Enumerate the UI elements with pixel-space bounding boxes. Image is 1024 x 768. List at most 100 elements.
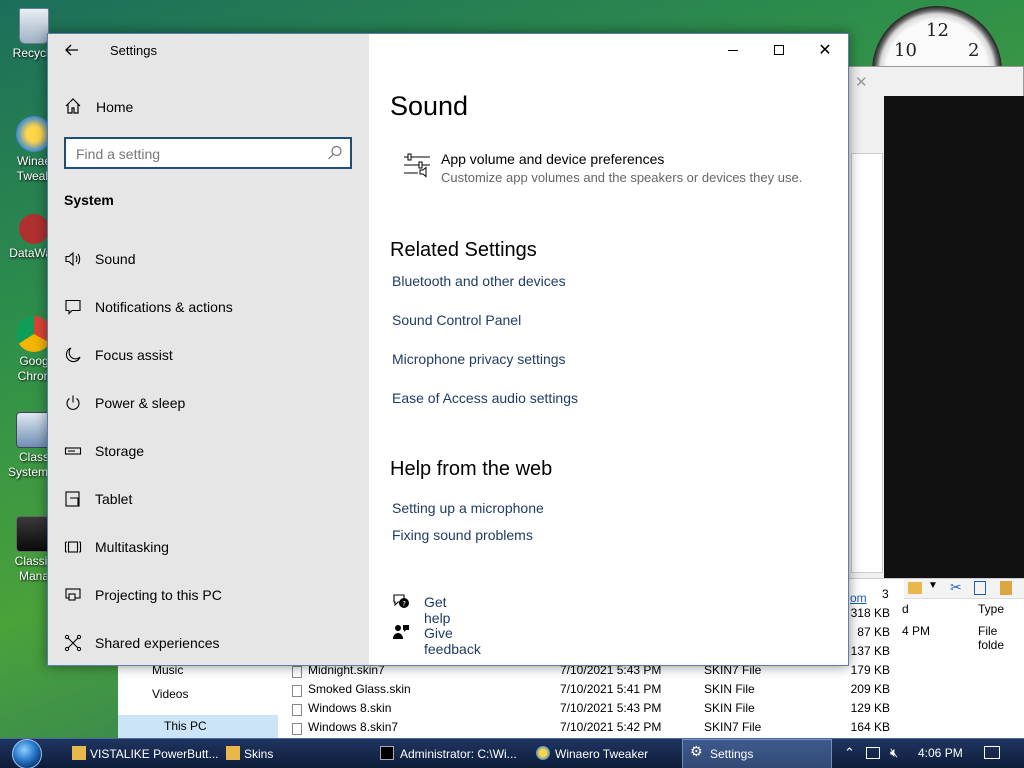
settings-window: Settings Home System Sound Notifications… xyxy=(47,33,849,666)
nav-item-notifications[interactable]: Notifications & actions xyxy=(48,289,369,325)
explorer-nav-this-pc[interactable]: This PC xyxy=(164,719,207,733)
cut-icon[interactable]: ✂ xyxy=(950,579,962,596)
clock-number-10: 10 xyxy=(894,40,917,61)
nav-item-label: Focus assist xyxy=(95,347,173,363)
volume-muted-icon[interactable]: 🔇︎ xyxy=(890,745,898,768)
nav-item-tablet[interactable]: Tablet xyxy=(48,481,369,517)
search-input[interactable] xyxy=(76,145,316,163)
nav-item-sound[interactable]: Sound xyxy=(48,241,369,277)
console-window xyxy=(884,96,1024,578)
link-bluetooth[interactable]: Bluetooth and other devices xyxy=(392,273,566,289)
start-button[interactable] xyxy=(8,739,48,768)
file-name: Smoked Glass.skin xyxy=(308,682,411,696)
power-icon xyxy=(66,395,80,410)
folder-date: 4 PM xyxy=(902,624,931,638)
multitasking-icon xyxy=(64,541,82,553)
help-chat-icon: ? xyxy=(393,594,409,608)
pref-description: Customize app volumes and the speakers o… xyxy=(441,170,803,185)
close-button[interactable]: ✕ xyxy=(802,34,848,66)
notification-icon xyxy=(65,299,81,315)
link-fixing-sound[interactable]: Fixing sound problems xyxy=(392,527,533,543)
windows-orb-icon xyxy=(12,739,42,768)
active-task-highlight xyxy=(682,739,832,768)
storage-icon xyxy=(64,447,82,455)
taskbar-item-label: Skins xyxy=(244,747,274,761)
taskbar-item-label: Winaero Tweaker xyxy=(555,747,649,761)
related-settings-title: Related Settings xyxy=(390,239,537,261)
give-feedback-label: Give feedback xyxy=(424,625,481,657)
dropdown-arrow-icon[interactable]: ▼ xyxy=(928,580,938,591)
partial-number: 3 xyxy=(882,587,889,601)
window-controls: ✕ xyxy=(710,34,848,66)
file-type: SKIN File xyxy=(704,701,755,715)
nav-item-storage[interactable]: Storage xyxy=(48,433,369,469)
partial-link[interactable]: om xyxy=(850,591,867,605)
shared-icon xyxy=(64,634,82,652)
nav-item-label: Multitasking xyxy=(95,539,169,555)
link-sound-control-panel[interactable]: Sound Control Panel xyxy=(392,312,521,328)
title-bar: Settings xyxy=(48,34,369,66)
file-date: 7/10/2021 5:42 PM xyxy=(560,720,662,734)
back-button[interactable] xyxy=(60,40,84,60)
nav-item-label: Projecting to this PC xyxy=(95,587,222,603)
folder-icon xyxy=(226,746,240,760)
file-icon xyxy=(292,685,302,697)
network-icon[interactable] xyxy=(866,747,880,759)
app-volume-preferences[interactable]: App volume and device preferences Custom… xyxy=(403,150,833,190)
nav-item-label: Notifications & actions xyxy=(95,299,233,315)
get-help-label: Get help xyxy=(424,594,451,626)
file-name: Windows 8.skin7 xyxy=(308,720,399,734)
gear-icon: ⚙ xyxy=(690,743,703,759)
explorer-toolbar: ▼ ✂ xyxy=(904,579,1024,599)
nav-item-focus-assist[interactable]: Focus assist xyxy=(48,337,369,373)
taskbar-item-label: Administrator: C:\Wi... xyxy=(400,747,517,761)
clock-time[interactable]: 4:06 PM xyxy=(918,746,963,768)
datawag-icon xyxy=(19,214,49,244)
minimize-button[interactable] xyxy=(710,34,756,66)
recycle-bin-icon xyxy=(19,8,49,44)
copy-icon[interactable] xyxy=(974,581,986,595)
file-type: SKIN File xyxy=(704,682,755,696)
help-title: Help from the web xyxy=(390,458,553,480)
feedback-icon xyxy=(393,625,409,639)
paste-icon[interactable] xyxy=(1000,581,1012,595)
search-box[interactable] xyxy=(64,137,352,169)
cmd-icon xyxy=(380,746,394,760)
projecting-icon xyxy=(65,588,81,601)
action-center-icon[interactable] xyxy=(984,746,1000,759)
column-header-type[interactable]: Type xyxy=(978,602,1004,616)
taskbar: VISTALIKE PowerButt... Skins Administrat… xyxy=(0,738,1024,768)
window-title: Settings xyxy=(110,43,157,58)
explorer-nav-label: This PC xyxy=(164,719,207,733)
settings-content: ✕ Sound App volume and device preference… xyxy=(369,34,848,665)
file-date: 7/10/2021 5:43 PM xyxy=(560,701,662,715)
taskbar-item-label: Settings xyxy=(710,747,754,761)
winaero-icon xyxy=(536,746,550,760)
link-ease-of-access-audio[interactable]: Ease of Access audio settings xyxy=(392,390,578,406)
nav-item-projecting[interactable]: Projecting to this PC xyxy=(48,577,369,613)
file-icon xyxy=(292,704,302,716)
tray-chevron-icon[interactable]: ⌃ xyxy=(844,745,855,768)
background-close-icon[interactable]: ✕ xyxy=(855,73,868,91)
nav-item-label: Power & sleep xyxy=(95,395,186,411)
clock-number-12: 12 xyxy=(926,20,949,41)
column-header-date[interactable]: d xyxy=(902,602,909,616)
speaker-icon xyxy=(65,251,81,267)
file-type: SKIN7 File xyxy=(704,720,762,734)
nav-item-label: Storage xyxy=(95,443,145,459)
clock-number-2: 2 xyxy=(968,40,980,61)
nav-item-power-sleep[interactable]: Power & sleep xyxy=(48,385,369,421)
nav-item-label: Shared experiences xyxy=(95,635,220,651)
nav-item-shared-experiences[interactable]: Shared experiences xyxy=(48,625,369,661)
link-microphone-privacy[interactable]: Microphone privacy settings xyxy=(392,351,566,367)
nav-home[interactable]: Home xyxy=(48,94,369,120)
sliders-icon xyxy=(404,153,430,178)
nav-item-multitasking[interactable]: Multitasking xyxy=(48,529,369,565)
explorer-nav-videos[interactable]: Videos xyxy=(152,687,188,701)
maximize-button[interactable] xyxy=(756,34,802,66)
folder-icon[interactable] xyxy=(908,582,922,594)
moon-icon xyxy=(65,347,81,363)
file-icon xyxy=(292,666,302,678)
file-size: 129 KB xyxy=(850,701,890,715)
link-setting-up-microphone[interactable]: Setting up a microphone xyxy=(392,500,544,516)
